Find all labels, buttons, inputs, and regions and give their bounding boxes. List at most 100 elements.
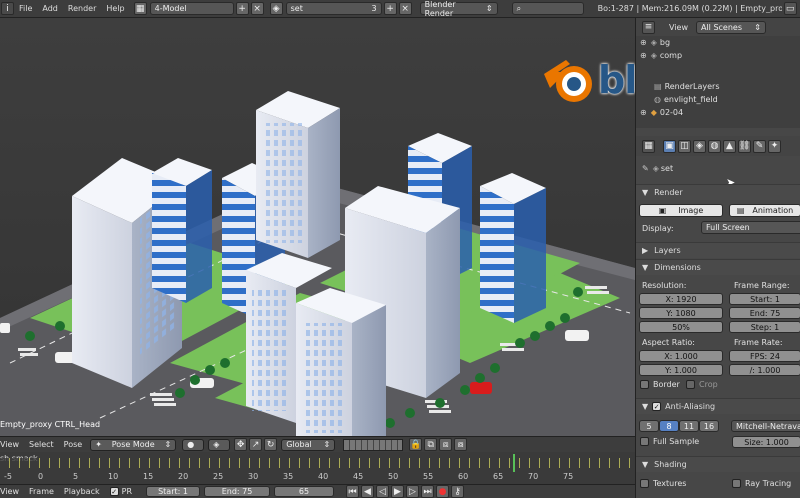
outliner-item-0204[interactable]: ⊕ ◆ 02-04 (636, 106, 800, 119)
full-sample-checkbox[interactable]: Full Sample (640, 437, 699, 446)
world-tab-icon[interactable]: ◍ (708, 139, 721, 153)
frame-start-field[interactable]: Start: 1 (729, 293, 800, 305)
prev-key-icon[interactable]: ◀ (361, 485, 375, 498)
jump-start-icon[interactable]: ⏮ (346, 485, 360, 498)
render-tab-icon[interactable]: ▣ (663, 139, 676, 153)
pivot-dropdown[interactable]: ◈ (208, 438, 231, 451)
current-frame-field[interactable]: 65 (274, 486, 335, 497)
dimensions-panel-header[interactable]: ▼ Dimensions (636, 259, 800, 275)
window-icon[interactable]: ▭ (783, 2, 797, 15)
textures-checkbox[interactable]: Textures (640, 479, 686, 488)
scene-field[interactable]: set 3 (285, 2, 382, 15)
keying-set-icon[interactable]: ⚷ (451, 485, 465, 498)
add-scene-button[interactable]: + (383, 2, 397, 15)
add-screen-button[interactable]: + (235, 2, 249, 15)
menu-render[interactable]: Render (63, 4, 101, 13)
render-panel-header[interactable]: ▼ Render (636, 184, 800, 200)
orientation-dropdown[interactable]: Global ⇕ (281, 438, 336, 451)
scenes-dropdown[interactable]: All Scenes ⇕ (695, 20, 766, 34)
delete-scene-button[interactable]: × (398, 2, 412, 15)
resolution-x-field[interactable]: X: 1920 (639, 293, 723, 305)
pin-icon[interactable]: ✎ (642, 164, 649, 173)
menu-help[interactable]: Help (101, 4, 129, 13)
outliner-item-bg[interactable]: ⊕ ◈ bg (636, 36, 800, 49)
screen-layout-field[interactable]: 4-Model (149, 2, 234, 15)
expand-icon[interactable]: ⊕ (640, 51, 647, 60)
aa-size-field[interactable]: Size: 1.000 (732, 436, 800, 448)
display-dropdown[interactable]: Full Screen (701, 221, 800, 234)
aspect-y-field[interactable]: Y: 1.000 (639, 364, 723, 376)
menu-pose[interactable]: Pose (64, 440, 83, 449)
aa-checkbox[interactable]: ✓ (652, 402, 662, 411)
layer-buttons[interactable] (343, 438, 404, 451)
next-key-icon[interactable]: ▷ (406, 485, 420, 498)
resolution-y-field[interactable]: Y: 1080 (639, 307, 723, 319)
layers-tab-icon[interactable]: ◫ (678, 139, 691, 153)
layers-panel-header[interactable]: ▶ Layers (636, 242, 800, 258)
aa-filter-dropdown[interactable]: Mitchell-Netravali (731, 420, 800, 432)
fps-field[interactable]: FPS: 24 (729, 350, 800, 362)
aa-samples-16[interactable]: 16 (699, 420, 719, 432)
aspect-x-field[interactable]: X: 1.000 (639, 350, 723, 362)
object-tab-icon[interactable]: ▲ (723, 139, 736, 153)
frame-end-field[interactable]: End: 75 (729, 307, 800, 319)
menu-select[interactable]: Select (29, 440, 54, 449)
constraints-tab-icon[interactable]: ⛓ (738, 139, 751, 153)
mode-dropdown[interactable]: ✦ Pose Mode ⇕ (90, 438, 177, 451)
pose-paste-icon[interactable]: ⧈ (439, 438, 453, 451)
crop-checkbox[interactable]: Crop (686, 380, 718, 389)
current-frame-line[interactable] (513, 454, 515, 472)
checkbox-box[interactable] (732, 479, 741, 488)
aa-samples-11[interactable]: 11 (679, 420, 699, 432)
expand-icon[interactable]: ⊕ (640, 38, 647, 47)
play-reverse-icon[interactable]: ◁ (376, 485, 390, 498)
aa-samples-5[interactable]: 5 (639, 420, 659, 432)
timeline-end-field[interactable]: End: 75 (204, 486, 271, 497)
render-animation-button[interactable]: ▤ Animation (729, 204, 800, 217)
scene-icon[interactable]: ◈ (269, 2, 283, 15)
checkbox-box[interactable] (640, 479, 649, 488)
translate-icon[interactable]: ↗ (249, 438, 263, 451)
preview-range-checkbox[interactable]: ✓ (109, 487, 119, 496)
shading-dropdown[interactable]: ● (182, 438, 205, 451)
menu-playback[interactable]: Playback (64, 487, 100, 496)
outliner-item-renderlayers[interactable]: ▤ RenderLayers (636, 80, 800, 93)
timeline-start-field[interactable]: Start: 1 (146, 486, 201, 497)
menu-view[interactable]: View (0, 487, 19, 496)
aa-panel-header[interactable]: ▼ ✓ Anti-Aliasing (636, 398, 800, 414)
expand-icon[interactable]: ⊕ (640, 108, 647, 117)
rotate-icon[interactable]: ↻ (264, 438, 278, 451)
menu-frame[interactable]: Frame (29, 487, 54, 496)
editor-type-icon[interactable]: i (1, 2, 14, 15)
pose-copy-icon[interactable]: ⧉ (424, 438, 438, 451)
menu-view[interactable]: View (0, 440, 19, 449)
menu-add[interactable]: Add (37, 4, 63, 13)
search-field[interactable]: ⌕ (511, 2, 584, 15)
lock-icon[interactable]: 🔒 (409, 438, 423, 451)
resolution-percent-field[interactable]: 50% (639, 321, 723, 333)
render-image-button[interactable]: ▣ Image (639, 204, 723, 217)
checkbox-box[interactable] (640, 380, 649, 389)
outliner-item-comp[interactable]: ⊕ ◈ comp (636, 49, 800, 62)
timeline[interactable]: sh smack -5 0 5 10 15 20 25 30 35 40 45 … (0, 452, 635, 484)
scene-tab-icon[interactable]: ◈ (693, 139, 706, 153)
pose-paste-flipped-icon[interactable]: ⧇ (454, 438, 468, 451)
bone-tab-icon[interactable]: ✦ (768, 139, 781, 153)
modifiers-tab-icon[interactable]: ✎ (753, 139, 766, 153)
jump-end-icon[interactable]: ⏭ (421, 485, 435, 498)
delete-screen-button[interactable]: × (250, 2, 264, 15)
render-engine-dropdown[interactable]: Blender Render ⇕ (419, 0, 498, 18)
frame-step-field[interactable]: Step: 1 (729, 321, 800, 333)
fps-base-field[interactable]: /: 1.000 (729, 364, 800, 376)
3d-viewport[interactable]: blender Empty_proxy CTRL_Head (0, 18, 635, 436)
manipulator-icon[interactable]: ✥ (234, 438, 248, 451)
play-icon[interactable]: ▶ (391, 485, 405, 498)
aa-samples-8[interactable]: 8 (659, 420, 679, 432)
outliner-item-envlight[interactable]: ◍ envlight_field (636, 93, 800, 106)
screen-layout-icon[interactable]: ▦ (133, 2, 147, 15)
menu-file[interactable]: File (14, 4, 37, 13)
checkbox-box[interactable] (686, 380, 695, 389)
checkbox-box[interactable] (640, 437, 649, 446)
properties-type-icon[interactable]: ▦ (642, 139, 655, 153)
outliner-view-menu[interactable]: View (669, 23, 688, 32)
